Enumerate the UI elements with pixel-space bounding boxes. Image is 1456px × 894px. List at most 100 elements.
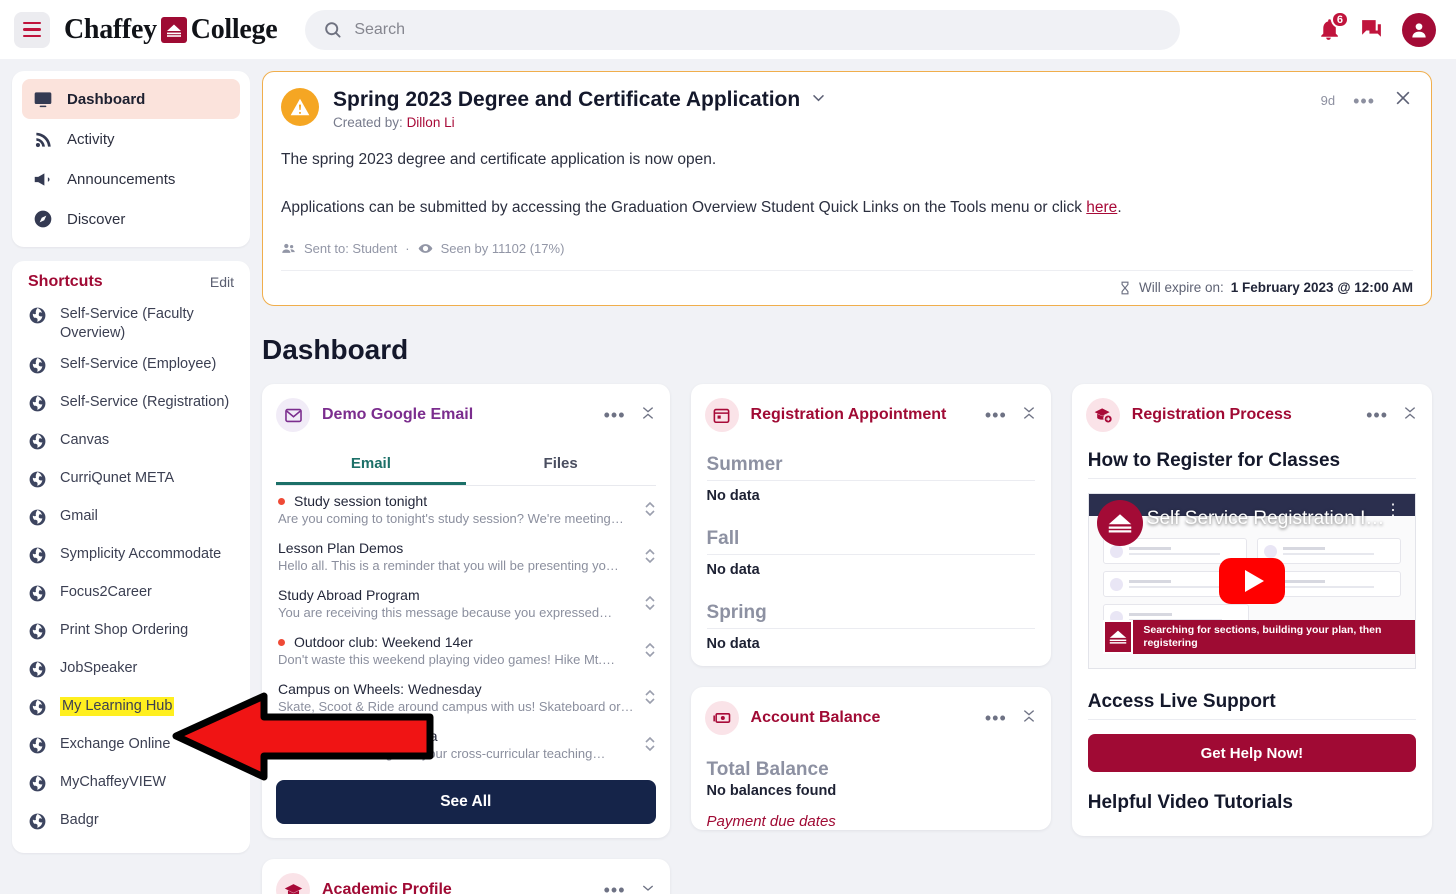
topbar-actions: 6	[1296, 11, 1436, 47]
more-icon[interactable]: •••	[604, 881, 626, 894]
shortcut-item[interactable]: JobSpeaker	[22, 653, 240, 691]
shortcut-item[interactable]: Focus2Career	[22, 577, 240, 615]
money-icon	[704, 701, 739, 735]
shortcuts-list: Self-Service (Faculty Overview) Self-Serv…	[22, 299, 240, 843]
sidebar-item-label: Dashboard	[67, 90, 146, 108]
shortcut-label: Self-Service (Registration)	[60, 394, 230, 410]
email-preview: Skate, Scoot & Ride around campus with u…	[278, 699, 634, 714]
shortcut-item[interactable]: CurriQunet META	[22, 463, 240, 501]
email-list-item[interactable]: Lesson Plan Demos Hello all. This is a re…	[262, 533, 670, 580]
shortcut-item[interactable]: Self-Service (Faculty Overview)	[22, 299, 240, 349]
shortcut-item[interactable]: Exchange Online	[22, 729, 240, 767]
video-caption-logo-icon	[1102, 620, 1134, 654]
collapse-icon[interactable]	[640, 880, 656, 894]
created-by-label: Created by:	[333, 115, 403, 130]
shortcuts-header: Shortcuts Edit	[22, 273, 240, 299]
expire-label: Will expire on:	[1138, 280, 1224, 295]
brand-logo[interactable]: Chaffey College	[64, 13, 278, 46]
globe-icon	[28, 584, 47, 609]
sidebar-item-dashboard[interactable]: Dashboard	[22, 79, 240, 119]
shortcut-item[interactable]: Self-Service (Employee)	[22, 349, 240, 387]
reorder-handle-icon[interactable]	[644, 593, 656, 615]
reorder-handle-icon[interactable]	[644, 640, 656, 662]
more-icon[interactable]: •••	[1353, 92, 1375, 110]
chevron-down-icon[interactable]	[810, 88, 827, 112]
email-text: Campus on Wheels: Wednesday Skate, Scoot …	[278, 681, 634, 714]
shortcut-item[interactable]: My Learning Hub	[22, 691, 240, 729]
email-list-item[interactable]: Study session tonight Are you coming to t…	[262, 486, 670, 533]
collapse-icon[interactable]	[1021, 405, 1037, 426]
shortcut-item[interactable]: Badgr	[22, 805, 240, 843]
sidebar-item-announcements[interactable]: Announcements	[22, 159, 240, 199]
shortcut-item[interactable]: MyChaffeyVIEW	[22, 767, 240, 805]
close-icon[interactable]	[1393, 88, 1413, 113]
notifications-button[interactable]: 6	[1316, 11, 1349, 42]
widget-column-3: Registration Process ••• How to Register…	[1071, 384, 1432, 894]
reorder-handle-icon[interactable]	[644, 687, 656, 709]
announcement-header: Spring 2023 Degree and Certificate Appli…	[281, 88, 1413, 130]
email-preview: Hello all. This is a reminder that you w…	[278, 558, 619, 573]
hamburger-icon[interactable]	[14, 11, 50, 48]
announcement-body: The spring 2023 degree and certificate a…	[281, 147, 1413, 221]
total-balance-value: No balances found	[706, 783, 837, 799]
shortcut-label: Print Shop Ordering	[60, 622, 189, 638]
see-all-button[interactable]: See All	[276, 780, 656, 824]
sidebar-item-activity[interactable]: Activity	[22, 119, 240, 159]
video-thumbnail: Self Service Registration I… ⋮ Searching…	[1088, 494, 1415, 668]
brand-name-second: College	[190, 13, 278, 45]
term-label: Fall	[706, 528, 1035, 555]
sidebar-item-label: Announcements	[67, 170, 176, 188]
shortcut-item[interactable]: Canvas	[22, 425, 240, 463]
messages-button[interactable]	[1359, 17, 1384, 42]
created-by-name[interactable]: Dillon Li	[407, 115, 455, 130]
avatar[interactable]	[1402, 12, 1436, 47]
registration-video[interactable]: Self Service Registration I… ⋮ Searching…	[1087, 493, 1416, 669]
email-list-item[interactable]: Teaching Central America Learn how to str…	[262, 721, 670, 768]
reorder-handle-icon[interactable]	[644, 499, 656, 521]
sidebar: Dashboard Activity Announcements Discove…	[0, 59, 250, 894]
tab-email[interactable]: Email	[276, 444, 466, 485]
more-icon[interactable]: •••	[604, 406, 626, 424]
shortcuts-edit-button[interactable]: Edit	[210, 274, 234, 290]
person-icon	[1412, 22, 1426, 37]
more-icon[interactable]: •••	[985, 709, 1007, 727]
collapse-icon[interactable]	[640, 405, 656, 426]
more-icon[interactable]: •••	[1366, 406, 1388, 424]
get-help-now-button[interactable]: Get Help Now!	[1087, 734, 1416, 772]
video-menu-icon[interactable]: ⋮	[1385, 503, 1401, 519]
rss-icon	[32, 130, 54, 149]
shortcut-label: CurriQunet META	[60, 470, 175, 486]
more-icon[interactable]: •••	[985, 406, 1007, 424]
reorder-handle-icon[interactable]	[644, 734, 656, 756]
shortcut-item[interactable]: Print Shop Ordering	[22, 615, 240, 653]
reorder-handle-icon[interactable]	[644, 546, 656, 568]
announcement-here-link[interactable]: here	[1086, 199, 1117, 216]
play-icon[interactable]	[1218, 558, 1285, 604]
shortcut-item[interactable]: Gmail	[22, 501, 240, 539]
shortcut-label: Gmail	[60, 508, 98, 524]
email-list-item[interactable]: Outdoor club: Weekend 14er Don't waste th…	[262, 627, 670, 674]
shortcuts-title: Shortcuts	[28, 273, 103, 290]
email-text: Study Abroad Program You are receiving th…	[278, 587, 634, 620]
collapse-icon[interactable]	[1021, 708, 1037, 729]
email-subject-row: Study session tonight	[278, 493, 634, 509]
announcement-banner: Spring 2023 Degree and Certificate Appli…	[262, 71, 1432, 306]
unread-dot-icon	[278, 497, 285, 505]
sidebar-item-discover[interactable]: Discover	[22, 199, 240, 239]
globe-icon	[28, 470, 47, 495]
tab-files[interactable]: Files	[466, 444, 656, 485]
email-list-item[interactable]: Campus on Wheels: Wednesday Skate, Scoot …	[262, 674, 670, 721]
payment-due-dates-link[interactable]: Payment due dates	[707, 813, 1035, 830]
access-live-support-heading: Access Live Support	[1087, 691, 1416, 720]
shortcut-item[interactable]: Symplicity Accommodate	[22, 539, 240, 577]
search-input[interactable]: Search	[305, 9, 1181, 50]
collapse-icon[interactable]	[1402, 405, 1418, 426]
email-list-item[interactable]: Study Abroad Program You are receiving th…	[262, 580, 670, 627]
expire-value: 1 February 2023 @ 12:00 AM	[1230, 280, 1413, 295]
email-text: Lesson Plan Demos Hello all. This is a re…	[278, 540, 634, 573]
term-value: No data	[706, 636, 760, 652]
email-subject: Outdoor club: Weekend 14er	[294, 634, 473, 650]
widget-actions: •••	[985, 405, 1037, 426]
email-text: Study session tonight Are you coming to t…	[278, 493, 634, 526]
shortcut-item[interactable]: Self-Service (Registration)	[22, 387, 240, 425]
